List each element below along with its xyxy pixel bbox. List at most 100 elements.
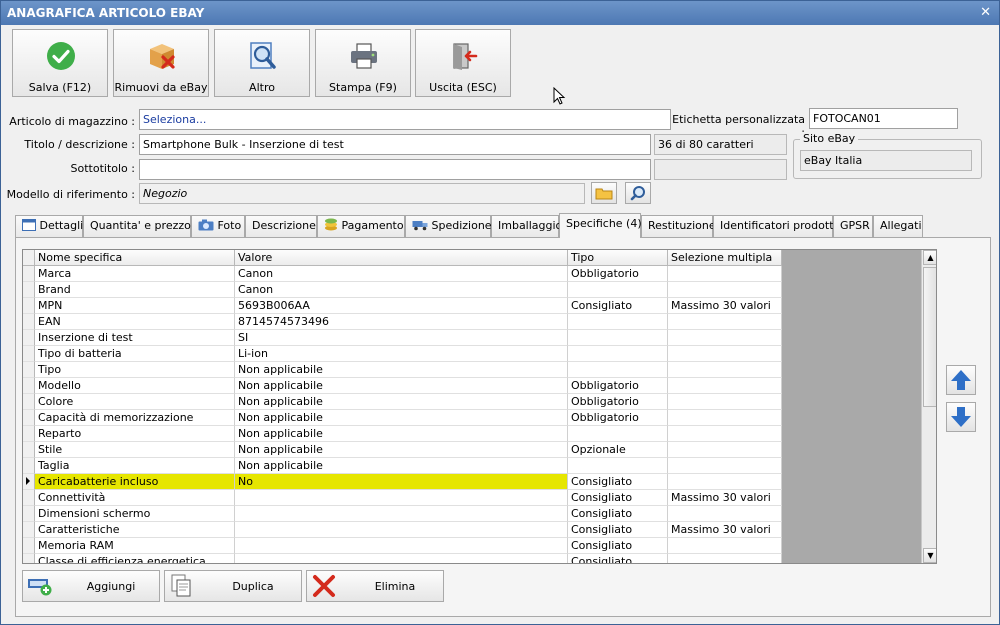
table-row[interactable]: Memoria RAM Consigliato [23, 538, 782, 554]
spec-type-cell[interactable] [568, 314, 668, 330]
spec-type-cell[interactable]: Consigliato [568, 538, 668, 554]
table-row[interactable]: Taglia Non applicabile [23, 458, 782, 474]
spec-multi-cell[interactable] [668, 410, 782, 426]
spec-value-cell[interactable]: Non applicabile [235, 362, 568, 378]
row-indicator[interactable] [23, 410, 35, 426]
tab-allegati[interactable]: Allegati [873, 215, 923, 237]
spec-name-cell[interactable]: Taglia [35, 458, 235, 474]
spec-name-cell[interactable]: Tipo di batteria [35, 346, 235, 362]
tab-spedizione[interactable]: Spedizione [405, 215, 492, 237]
tab-specifiche[interactable]: Specifiche (4) [559, 213, 642, 238]
tab-gpsr[interactable]: GPSR [833, 215, 873, 237]
row-indicator[interactable] [23, 522, 35, 538]
row-indicator[interactable] [23, 250, 35, 266]
table-row[interactable]: Classe di efficienza energetica Consiglia… [23, 554, 782, 563]
etichetta-input[interactable]: FOTOCAN01 [809, 108, 958, 129]
tab-restituzione[interactable]: Restituzione [641, 215, 716, 237]
remove-from-ebay-button[interactable]: Rimuovi da eBay [113, 29, 209, 97]
tab-quantita-prezzo[interactable]: Quantita' e prezzo [83, 215, 191, 237]
table-row[interactable]: Brand Canon [23, 282, 782, 298]
spec-name-cell[interactable]: Colore [35, 394, 235, 410]
row-indicator[interactable] [23, 362, 35, 378]
print-button[interactable]: Stampa (F9) [315, 29, 411, 97]
row-indicator[interactable] [23, 458, 35, 474]
spec-type-cell[interactable] [568, 346, 668, 362]
move-up-button[interactable] [946, 365, 976, 395]
column-header[interactable]: Nome specifica [35, 250, 235, 266]
spec-multi-cell[interactable]: Massimo 30 valori [668, 298, 782, 314]
spec-name-cell[interactable]: Connettività [35, 490, 235, 506]
row-indicator[interactable] [23, 298, 35, 314]
spec-multi-cell[interactable] [668, 378, 782, 394]
spec-multi-cell[interactable] [668, 426, 782, 442]
column-header[interactable]: Selezione multipla [668, 250, 782, 266]
spec-value-cell[interactable]: Non applicabile [235, 442, 568, 458]
tab-foto[interactable]: Foto [191, 215, 245, 237]
spec-value-cell[interactable]: Non applicabile [235, 426, 568, 442]
row-indicator[interactable] [23, 314, 35, 330]
tab-imballaggio[interactable]: Imballaggio [491, 215, 562, 237]
table-row[interactable]: Inserzione di test SI [23, 330, 782, 346]
row-indicator[interactable] [23, 506, 35, 522]
tab-descrizione[interactable]: Descrizione [245, 215, 317, 237]
spec-type-cell[interactable]: Obbligatorio [568, 266, 668, 282]
other-button[interactable]: Altro [214, 29, 310, 97]
spec-multi-cell[interactable] [668, 442, 782, 458]
row-indicator[interactable] [23, 442, 35, 458]
table-row[interactable]: Caricabatterie incluso No Consigliato [23, 474, 782, 490]
scroll-up-arrow-icon[interactable]: ▲ [923, 250, 936, 265]
spec-value-cell[interactable] [235, 490, 568, 506]
spec-value-cell[interactable] [235, 522, 568, 538]
close-icon[interactable]: ✕ [980, 1, 991, 25]
articolo-input[interactable]: Seleziona... [139, 109, 671, 130]
spec-type-cell[interactable]: Consigliato [568, 474, 668, 490]
spec-type-cell[interactable]: Obbligatorio [568, 394, 668, 410]
spec-type-cell[interactable]: Consigliato [568, 490, 668, 506]
spec-name-cell[interactable]: Modello [35, 378, 235, 394]
tab-pagamento[interactable]: Pagamento [317, 215, 405, 237]
spec-type-cell[interactable]: Consigliato [568, 298, 668, 314]
row-indicator[interactable] [23, 474, 35, 490]
specifiche-grid[interactable]: Nome specifica Valore Tipo Selezione multip… [22, 249, 937, 564]
search-button[interactable] [625, 182, 651, 204]
spec-multi-cell[interactable] [668, 394, 782, 410]
spec-name-cell[interactable]: Dimensioni schermo [35, 506, 235, 522]
table-row[interactable]: MPN 5693B006AA Consigliato Massimo 30 valor… [23, 298, 782, 314]
grid-vertical-scrollbar[interactable]: ▲ ▼ [921, 250, 936, 563]
row-indicator[interactable] [23, 266, 35, 282]
column-header[interactable]: Tipo [568, 250, 668, 266]
table-row[interactable]: Tipo Non applicabile [23, 362, 782, 378]
spec-multi-cell[interactable] [668, 330, 782, 346]
spec-value-cell[interactable]: Canon [235, 266, 568, 282]
row-indicator[interactable] [23, 538, 35, 554]
spec-multi-cell[interactable] [668, 554, 782, 563]
spec-multi-cell[interactable] [668, 266, 782, 282]
spec-name-cell[interactable]: Reparto [35, 426, 235, 442]
spec-type-cell[interactable] [568, 458, 668, 474]
move-down-button[interactable] [946, 402, 976, 432]
spec-value-cell[interactable]: Non applicabile [235, 458, 568, 474]
spec-multi-cell[interactable]: Massimo 30 valori [668, 490, 782, 506]
spec-value-cell[interactable]: Li-ion [235, 346, 568, 362]
spec-type-cell[interactable] [568, 282, 668, 298]
spec-value-cell[interactable]: 8714574573496 [235, 314, 568, 330]
table-row[interactable]: Caratteristiche Consigliato Massimo 30 val… [23, 522, 782, 538]
spec-name-cell[interactable]: Memoria RAM [35, 538, 235, 554]
spec-value-cell[interactable]: No [235, 474, 568, 490]
row-indicator[interactable] [23, 330, 35, 346]
spec-type-cell[interactable]: Consigliato [568, 554, 668, 563]
spec-name-cell[interactable]: Stile [35, 442, 235, 458]
save-button[interactable]: Salva (F12) [12, 29, 108, 97]
spec-value-cell[interactable]: 5693B006AA [235, 298, 568, 314]
spec-multi-cell[interactable] [668, 314, 782, 330]
spec-multi-cell[interactable] [668, 474, 782, 490]
spec-value-cell[interactable]: Canon [235, 282, 568, 298]
table-row[interactable]: Dimensioni schermo Consigliato [23, 506, 782, 522]
spec-type-cell[interactable] [568, 426, 668, 442]
row-indicator[interactable] [23, 426, 35, 442]
row-indicator[interactable] [23, 394, 35, 410]
table-row[interactable]: Tipo di batteria Li-ion [23, 346, 782, 362]
spec-value-cell[interactable]: SI [235, 330, 568, 346]
spec-multi-cell[interactable] [668, 538, 782, 554]
spec-value-cell[interactable]: Non applicabile [235, 394, 568, 410]
